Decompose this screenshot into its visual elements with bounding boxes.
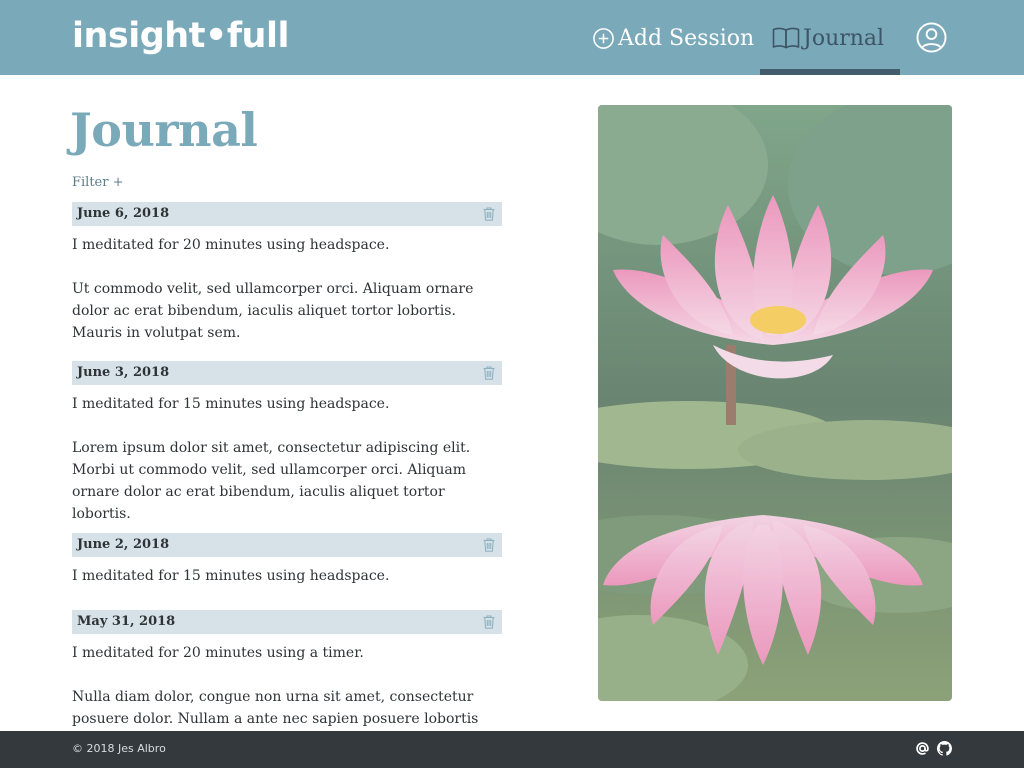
page-title: Journal: [70, 103, 258, 157]
logo[interactable]: insight•full: [72, 14, 289, 58]
entry-summary: I meditated for 20 minutes using a timer…: [72, 645, 364, 661]
footer: © 2018 Jes Albro: [0, 731, 1024, 768]
add-session-label: Add Session: [618, 25, 755, 51]
trash-icon[interactable]: [483, 538, 495, 552]
journal-label: Journal: [803, 25, 885, 51]
entry-header: May 31, 2018: [72, 610, 502, 634]
entry-date: May 31, 2018: [77, 614, 176, 629]
entry-summary: I meditated for 15 minutes using headspa…: [72, 396, 390, 412]
journal-link[interactable]: Journal: [772, 22, 884, 54]
entry-summary: I meditated for 15 minutes using headspa…: [72, 568, 390, 584]
journal-entry: June 6, 2018 I meditated for 20 minutes …: [72, 202, 502, 344]
plus-circle-icon: [593, 27, 614, 49]
entry-header: June 6, 2018: [72, 202, 502, 226]
user-circle-icon[interactable]: [916, 22, 947, 53]
github-icon[interactable]: [937, 741, 952, 756]
filter-link[interactable]: Filter +: [72, 175, 124, 190]
lotus-photo: [598, 105, 952, 701]
entry-header: June 3, 2018: [72, 361, 502, 385]
trash-icon[interactable]: [483, 366, 495, 380]
journal-entry: June 2, 2018 I meditated for 15 minutes …: [72, 533, 502, 587]
header: insight•full Add Session Journal: [0, 0, 1024, 75]
entry-date: June 2, 2018: [77, 537, 170, 552]
trash-icon[interactable]: [483, 615, 495, 629]
entry-header: June 2, 2018: [72, 533, 502, 557]
journal-entry: June 3, 2018 I meditated for 15 minutes …: [72, 361, 502, 525]
entry-notes: Ut commodo velit, sed ullamcorper orci. …: [72, 281, 474, 341]
entry-date: June 3, 2018: [77, 365, 170, 380]
add-session-link[interactable]: Add Session: [592, 22, 754, 54]
email-icon[interactable]: [915, 741, 930, 756]
entry-summary: I meditated for 20 minutes using headspa…: [72, 237, 390, 253]
entry-date: June 6, 2018: [77, 206, 170, 221]
trash-icon[interactable]: [483, 207, 495, 221]
copyright: © 2018 Jes Albro: [72, 742, 166, 755]
journal-active-indicator: [760, 69, 900, 75]
entry-notes: Lorem ipsum dolor sit amet, consectetur …: [72, 440, 471, 522]
book-icon: [772, 27, 800, 49]
